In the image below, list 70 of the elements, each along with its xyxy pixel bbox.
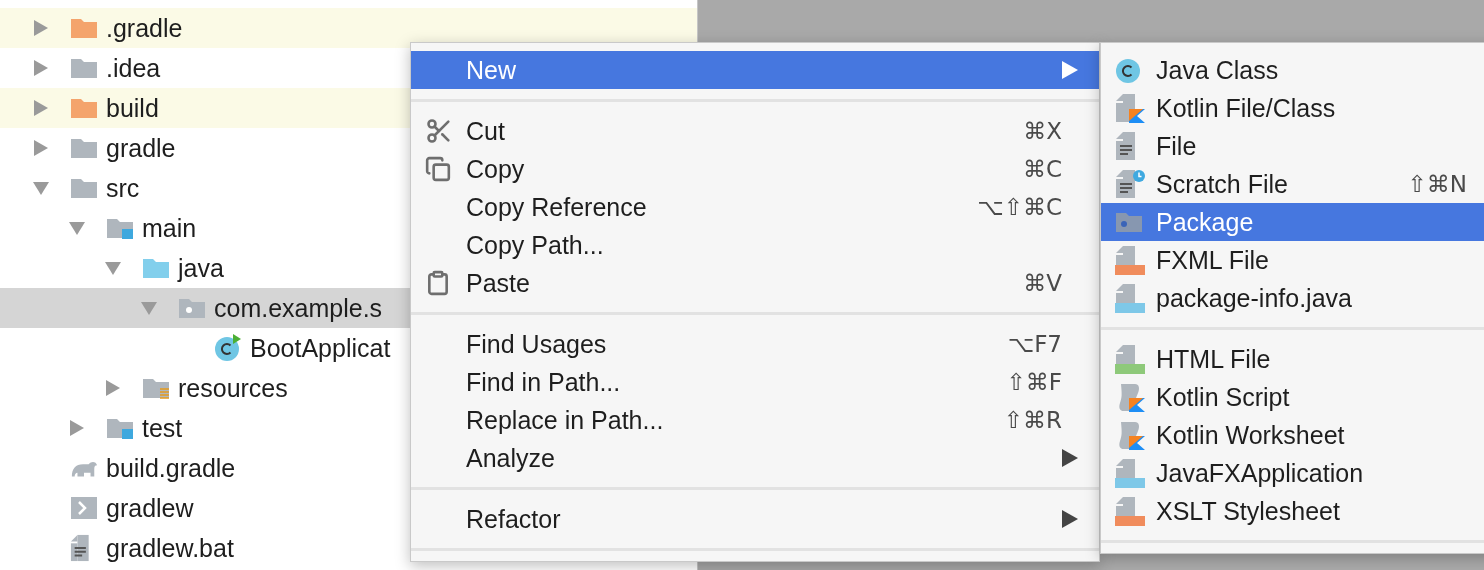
menu-item[interactable]: Kotlin File/Class [1101, 89, 1484, 127]
menu-item[interactable]: HTML File [1101, 340, 1484, 378]
scissors-icon [425, 117, 453, 145]
tree-item-label: com.example.s [214, 295, 383, 321]
tree-item-label: gradle [106, 135, 176, 161]
java-file-icon [1115, 283, 1145, 313]
kotlin-file-icon [1115, 93, 1145, 123]
menu-item[interactable]: Kotlin Worksheet [1101, 416, 1484, 454]
menu-item[interactable]: Package [1101, 203, 1484, 241]
resources-folder-icon [142, 377, 170, 399]
terminal-icon [70, 496, 98, 520]
scratch-file-icon [1115, 169, 1145, 199]
tree-item-label: build.gradle [106, 455, 236, 481]
expanded-arrow-icon[interactable] [32, 179, 50, 197]
tree-item-label: BootApplicat [250, 335, 391, 361]
tree-item-label: .gradle [106, 15, 183, 41]
tree-item-label: gradlew.bat [106, 535, 234, 561]
package-icon [178, 297, 206, 319]
shortcut-label: ⇧⌘N [1407, 172, 1467, 196]
shortcut-label: ⌘X [1023, 119, 1062, 143]
shortcut-label: ⌘C [1022, 157, 1062, 181]
html-file-icon [1115, 344, 1145, 374]
package-icon [1115, 211, 1143, 233]
collapsed-arrow-icon[interactable] [68, 419, 86, 437]
collapsed-arrow-icon[interactable] [32, 139, 50, 157]
menu-item[interactable]: XSLT Stylesheet [1101, 492, 1484, 530]
java-file-icon [1115, 458, 1145, 488]
menu-item[interactable]: Kotlin Script [1101, 378, 1484, 416]
collapsed-arrow-icon[interactable] [104, 379, 122, 397]
tree-item-label: main [142, 215, 197, 241]
tree-row[interactable]: .gradle [0, 8, 697, 48]
module-folder-icon [106, 417, 134, 439]
tree-item-label: src [106, 175, 140, 201]
menu-item[interactable]: JavaFXApplication [1101, 454, 1484, 492]
folder-icon [70, 137, 98, 159]
copy-icon [425, 156, 451, 182]
tree-item-label: build [106, 95, 159, 121]
folder-icon [70, 17, 98, 39]
collapsed-arrow-icon[interactable] [32, 19, 50, 37]
shortcut-label: ⌥⇧⌘C [977, 195, 1062, 219]
shortcut-label: ⇧⌘F [1006, 370, 1062, 394]
shortcut-label: ⌥F7 [1007, 332, 1062, 356]
folder-icon [70, 177, 98, 199]
tree-item-label: java [178, 255, 224, 281]
folder-icon [70, 97, 98, 119]
xml-file-icon [1115, 496, 1145, 526]
collapsed-arrow-icon[interactable] [32, 99, 50, 117]
expanded-arrow-icon[interactable] [104, 259, 122, 277]
menu-item[interactable]: Scratch File ⇧⌘N [1101, 165, 1484, 203]
tree-item-label: .idea [106, 55, 161, 81]
xml-file-icon [1115, 245, 1145, 275]
collapsed-arrow-icon[interactable] [32, 59, 50, 77]
shortcut-label: ⇧⌘R [1003, 408, 1062, 432]
folder-icon [70, 57, 98, 79]
tree-item-label: resources [178, 375, 288, 401]
menu-item[interactable]: File [1101, 127, 1484, 165]
module-folder-icon [106, 217, 134, 239]
tree-item-label: test [142, 415, 183, 441]
class-run-icon [214, 334, 242, 362]
menu-item[interactable]: New [411, 51, 1099, 89]
menu-item[interactable]: FXML File [1101, 241, 1484, 279]
menu-item[interactable]: package-info.java [1101, 279, 1484, 317]
menu-item[interactable]: Java Class [1101, 51, 1484, 89]
class-icon [1115, 56, 1143, 84]
expanded-arrow-icon[interactable] [68, 219, 86, 237]
folder-icon [142, 257, 170, 279]
tree-item-label: gradlew [106, 495, 194, 521]
shortcut-label: ⌘V [1023, 271, 1062, 295]
expanded-arrow-icon[interactable] [140, 299, 158, 317]
clipboard-icon [425, 270, 451, 296]
